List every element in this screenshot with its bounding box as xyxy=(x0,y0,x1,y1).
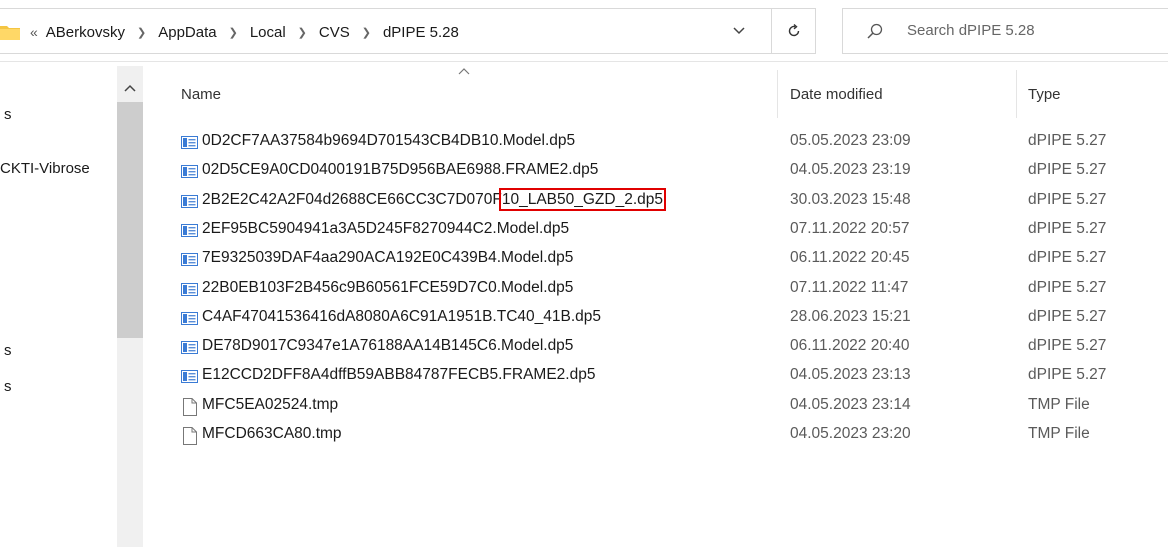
chevron-right-icon[interactable]: ❯ xyxy=(137,26,146,39)
dpipe-file-icon xyxy=(181,253,198,266)
file-type: dPIPE 5.27 xyxy=(1028,279,1107,296)
scroll-up-button[interactable] xyxy=(117,78,143,98)
file-date: 06.11.2022 20:40 xyxy=(790,337,910,354)
chevron-right-icon[interactable]: ❯ xyxy=(362,26,371,39)
file-name: MFCD663CA80.tmp xyxy=(202,425,342,442)
scroll-thumb[interactable] xyxy=(117,102,143,338)
address-bar[interactable]: « ABerkovsky ❯ AppData ❯ Local ❯ CVS ❯ d… xyxy=(0,8,772,54)
breadcrumb: « ABerkovsky ❯ AppData ❯ Local ❯ CVS ❯ d… xyxy=(30,23,459,41)
file-name: 7E9325039DAF4aa290ACA192E0C439B4.Model.d… xyxy=(202,249,574,266)
file-date: 04.05.2023 23:14 xyxy=(790,396,911,413)
column-header-date[interactable]: Date modified xyxy=(790,86,883,103)
file-row[interactable]: 7E9325039DAF4aa290ACA192E0C439B4.Model.d… xyxy=(145,247,1168,273)
breadcrumb-item[interactable]: ABerkovsky xyxy=(46,24,125,41)
file-type: dPIPE 5.27 xyxy=(1028,366,1107,383)
search-input[interactable]: Search dPIPE 5.28 xyxy=(907,22,1035,39)
refresh-icon xyxy=(788,23,799,37)
column-header-name[interactable]: Name xyxy=(181,86,221,103)
search-box[interactable]: Search dPIPE 5.28 xyxy=(842,8,1168,54)
nav-item[interactable]: CKTI-Vibrose xyxy=(0,160,115,177)
refresh-button[interactable] xyxy=(772,8,816,54)
file-date: 28.06.2023 15:21 xyxy=(790,308,911,325)
file-type: TMP File xyxy=(1028,396,1090,413)
dpipe-file-icon xyxy=(181,370,198,383)
file-name: C4AF47041536416dA8080A6C91A1951B.TC40_41… xyxy=(202,308,602,325)
file-type: dPIPE 5.27 xyxy=(1028,132,1107,149)
file-name-prefix: 2B2E2C42A2F04d2688CE66CC3C7D070F xyxy=(202,191,502,208)
file-type: dPIPE 5.27 xyxy=(1028,220,1107,237)
file-date: 07.11.2022 11:47 xyxy=(790,279,909,296)
breadcrumb-item[interactable]: dPIPE 5.28 xyxy=(383,24,459,41)
dpipe-file-icon xyxy=(181,312,198,325)
chevron-up-icon xyxy=(124,84,136,92)
file-type: dPIPE 5.27 xyxy=(1028,191,1107,208)
breadcrumb-overflow[interactable]: « xyxy=(30,24,38,40)
file-date: 30.03.2023 15:48 xyxy=(790,191,911,208)
file-row[interactable]: E12CCD2DFF8A4dffB59ABB84787FECB5.FRAME2.… xyxy=(145,364,1168,390)
file-name: 02D5CE9A0CD0400191B75D956BAE6988.FRAME2.… xyxy=(202,161,599,178)
breadcrumb-item[interactable]: CVS xyxy=(319,24,350,41)
dpipe-file-icon xyxy=(181,136,198,149)
file-row[interactable]: 0D2CF7AA37584b9694D701543CB4DB10.Model.d… xyxy=(145,130,1168,156)
nav-item[interactable]: s xyxy=(4,106,24,123)
dpipe-file-icon xyxy=(181,283,198,296)
chevron-right-icon[interactable]: ❯ xyxy=(229,26,238,39)
file-row[interactable]: 2EF95BC5904941a3A5D245F8270944C2.Model.d… xyxy=(145,218,1168,244)
file-date: 04.05.2023 23:19 xyxy=(790,161,911,178)
address-toolbar: « ABerkovsky ❯ AppData ❯ Local ❯ CVS ❯ d… xyxy=(0,0,1168,62)
file-row[interactable]: MFCD663CA80.tmp 04.05.2023 23:20 TMP File xyxy=(145,423,1168,449)
file-name: 2EF95BC5904941a3A5D245F8270944C2.Model.d… xyxy=(202,220,570,237)
breadcrumb-item[interactable]: AppData xyxy=(158,24,216,41)
folder-icon xyxy=(0,26,20,40)
dpipe-file-icon xyxy=(181,341,198,354)
column-divider[interactable] xyxy=(1016,70,1017,118)
file-list: Name Date modified Type 0D2CF7AA37584b96… xyxy=(145,62,1168,547)
file-type: dPIPE 5.27 xyxy=(1028,308,1107,325)
blank-file-icon xyxy=(183,427,197,445)
file-date: 06.11.2022 20:45 xyxy=(790,249,910,266)
file-type: dPIPE 5.27 xyxy=(1028,337,1107,354)
dpipe-file-icon xyxy=(181,195,198,208)
chevron-down-icon[interactable] xyxy=(732,23,746,37)
dpipe-file-icon xyxy=(181,165,198,178)
file-row[interactable]: C4AF47041536416dA8080A6C91A1951B.TC40_41… xyxy=(145,306,1168,332)
file-row[interactable]: MFC5EA02524.tmp 04.05.2023 23:14 TMP File xyxy=(145,394,1168,420)
nav-item[interactable]: s xyxy=(4,378,24,395)
file-type: dPIPE 5.27 xyxy=(1028,161,1107,178)
dpipe-file-icon xyxy=(181,224,198,237)
breadcrumb-item[interactable]: Local xyxy=(250,24,286,41)
blank-file-icon xyxy=(183,398,197,416)
file-name: 22B0EB103F2B456c9B60561FCE59D7C0.Model.d… xyxy=(202,279,574,296)
chevron-right-icon[interactable]: ❯ xyxy=(298,26,307,39)
column-header-type[interactable]: Type xyxy=(1028,86,1061,103)
file-name: 2B2E2C42A2F04d2688CE66CC3C7D070F10_LAB50… xyxy=(202,188,667,211)
file-row[interactable]: DE78D9017C9347e1A76188AA14B145C6.Model.d… xyxy=(145,335,1168,361)
file-date: 05.05.2023 23:09 xyxy=(790,132,911,149)
column-divider[interactable] xyxy=(777,70,778,118)
sort-ascending-icon xyxy=(458,68,470,75)
file-row[interactable]: 2B2E2C42A2F04d2688CE66CC3C7D070F10_LAB50… xyxy=(145,188,1168,215)
file-row[interactable]: 02D5CE9A0CD0400191B75D956BAE6988.FRAME2.… xyxy=(145,159,1168,185)
file-name: 0D2CF7AA37584b9694D701543CB4DB10.Model.d… xyxy=(202,132,576,149)
file-row[interactable]: 22B0EB103F2B456c9B60561FCE59D7C0.Model.d… xyxy=(145,277,1168,303)
file-date: 04.05.2023 23:20 xyxy=(790,425,911,442)
file-type: TMP File xyxy=(1028,425,1090,442)
file-name: DE78D9017C9347e1A76188AA14B145C6.Model.d… xyxy=(202,337,574,354)
search-icon xyxy=(867,23,883,39)
file-type: dPIPE 5.27 xyxy=(1028,249,1107,266)
file-date: 07.11.2022 20:57 xyxy=(790,220,910,237)
nav-item[interactable]: s xyxy=(4,342,24,359)
file-name: MFC5EA02524.tmp xyxy=(202,396,339,413)
file-name: E12CCD2DFF8A4dffB59ABB84787FECB5.FRAME2.… xyxy=(202,366,596,383)
highlighted-name-part: 10_LAB50_GZD_2.dp5 xyxy=(498,188,667,211)
nav-scrollbar[interactable] xyxy=(117,66,143,547)
file-date: 04.05.2023 23:13 xyxy=(790,366,911,383)
